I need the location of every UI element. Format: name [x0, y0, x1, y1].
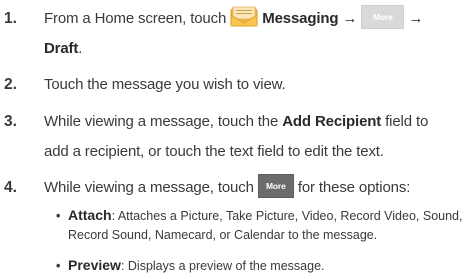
step-text-line: add a recipient, or touch the text field…: [44, 143, 384, 160]
step-text-pre: While viewing a message, touch the: [44, 113, 279, 130]
step-text: While viewing a message, touch the Add R…: [44, 107, 472, 167]
step-text-post: for these options:: [297, 179, 411, 196]
step-text-post: field to: [385, 113, 429, 130]
step-text: Touch the message you wish to view.: [44, 70, 472, 100]
options-list: • Attach: Attaches a Picture, Take Pictur…: [56, 206, 472, 276]
step-text-pre: From a Home screen, touch: [44, 10, 227, 27]
bullet: •: [56, 259, 61, 273]
envelope-icon: [230, 6, 258, 28]
arrow-icon: →: [408, 10, 424, 27]
messaging-label: Messaging: [262, 10, 339, 27]
option-desc: : Attaches a Picture, Take Picture, Vide…: [111, 209, 463, 223]
step-text: From a Home screen, touch Messaging → Mo…: [44, 4, 472, 64]
instruction-page: 1. From a Home screen, touch Messaging →…: [0, 0, 476, 279]
step-text-line: Touch the message you wish to view.: [44, 76, 286, 93]
step-number: 3.: [4, 113, 17, 130]
step-text: While viewing a message, touch More for …: [44, 173, 472, 203]
list-item: • Attach: Attaches a Picture, Take Pictur…: [56, 206, 472, 226]
draft-label: Draft: [44, 40, 79, 57]
step-number: 1.: [4, 10, 17, 27]
arrow-icon: →: [342, 10, 358, 27]
option-name: Preview: [68, 257, 121, 273]
option-name: Attach: [68, 207, 112, 223]
option-desc-cont: Record Sound, Namecard, or Calendar to t…: [68, 227, 378, 242]
add-recipient-label: Add Recipient: [282, 113, 382, 130]
more-button: More: [361, 5, 405, 30]
step-number: 2.: [4, 76, 17, 93]
period: .: [78, 40, 83, 57]
step-text-pre: While viewing a message, touch: [44, 179, 254, 196]
list-item: • Preview: Displays a preview of the mess…: [56, 256, 472, 276]
step-number: 4.: [4, 179, 17, 196]
bullet: •: [56, 209, 61, 223]
more-button: More: [257, 174, 294, 199]
option-desc: : Displays a preview of the message.: [120, 259, 325, 273]
